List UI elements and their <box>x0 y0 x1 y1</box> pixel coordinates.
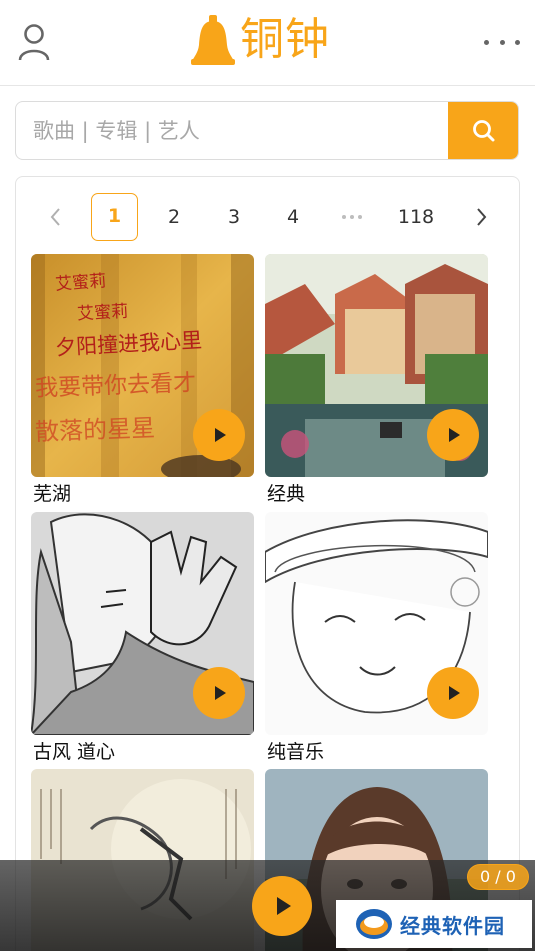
next-page-button[interactable] <box>466 193 496 241</box>
cover-handwriting-5: 散落的星星 <box>34 413 156 447</box>
playlist-title[interactable]: 古风 道心 <box>33 737 115 764</box>
chevron-left-icon <box>50 208 60 226</box>
playlist-cover[interactable]: 艾蜜莉 艾蜜莉 夕阳撞进我心里 我要带你去看才 散落的星星 <box>31 254 254 477</box>
ellipsis-icon[interactable] <box>334 193 370 241</box>
playlist-cover[interactable] <box>265 254 488 477</box>
playlist-title[interactable]: 经典 <box>267 479 305 506</box>
bell-icon <box>191 15 235 65</box>
more-button[interactable] <box>484 32 520 52</box>
playlist-cover[interactable] <box>265 512 488 735</box>
playlist-card: 1 2 3 4 118 艾蜜莉 艾蜜莉 夕阳撞进我心里 我要带你去看才 散落的星… <box>15 176 520 951</box>
playlist-tile[interactable]: 经典 <box>265 254 488 505</box>
cover-handwriting-1: 艾蜜莉 <box>54 271 107 295</box>
play-button[interactable] <box>427 409 479 461</box>
queue-counter[interactable]: 0 / 0 <box>467 864 529 890</box>
search-input[interactable] <box>16 102 448 159</box>
page-button-4[interactable]: 4 <box>276 193 310 241</box>
pagination: 1 2 3 4 118 <box>16 193 521 241</box>
search-button[interactable] <box>448 102 518 159</box>
watermark-logo-icon <box>356 909 392 939</box>
search-bar <box>15 101 519 160</box>
watermark: 经典软件园 <box>336 900 532 948</box>
playlist-tile[interactable]: 古风 道心 <box>31 512 254 763</box>
play-icon <box>277 897 291 915</box>
play-icon <box>215 428 226 442</box>
watermark-text: 经典软件园 <box>400 913 505 938</box>
search-icon <box>472 119 494 141</box>
page-button-1[interactable]: 1 <box>91 193 138 241</box>
playlist-tile[interactable]: 艾蜜莉 艾蜜莉 夕阳撞进我心里 我要带你去看才 散落的星星 芜湖 <box>31 254 254 505</box>
app-logo: 铜钟 <box>190 12 330 68</box>
more-horizontal-icon <box>484 39 489 45</box>
page-button-3[interactable]: 3 <box>217 193 251 241</box>
page-button-last[interactable]: 118 <box>390 193 442 241</box>
prev-page-button[interactable] <box>40 193 72 241</box>
play-icon <box>449 428 460 442</box>
player-play-button[interactable] <box>252 876 312 936</box>
cover-handwriting-4: 我要带你去看才 <box>34 370 197 402</box>
app-root: 铜钟 1 2 3 4 <box>0 0 535 951</box>
play-button[interactable] <box>193 409 245 461</box>
page-button-2[interactable]: 2 <box>157 193 191 241</box>
chevron-right-icon <box>477 208 487 226</box>
play-icon <box>449 686 460 700</box>
playlist-title[interactable]: 芜湖 <box>33 479 71 506</box>
play-button[interactable] <box>193 667 245 719</box>
app-header: 铜钟 <box>0 0 535 86</box>
logo-text: 铜钟 <box>240 14 330 65</box>
user-button[interactable] <box>16 22 52 62</box>
play-button[interactable] <box>427 667 479 719</box>
playlist-tile[interactable]: 纯音乐 <box>265 512 488 763</box>
user-icon <box>18 24 50 61</box>
cover-handwriting-2: 艾蜜莉 <box>76 301 129 325</box>
playlist-cover[interactable] <box>31 512 254 735</box>
play-icon <box>215 686 226 700</box>
playlist-title[interactable]: 纯音乐 <box>267 737 324 764</box>
